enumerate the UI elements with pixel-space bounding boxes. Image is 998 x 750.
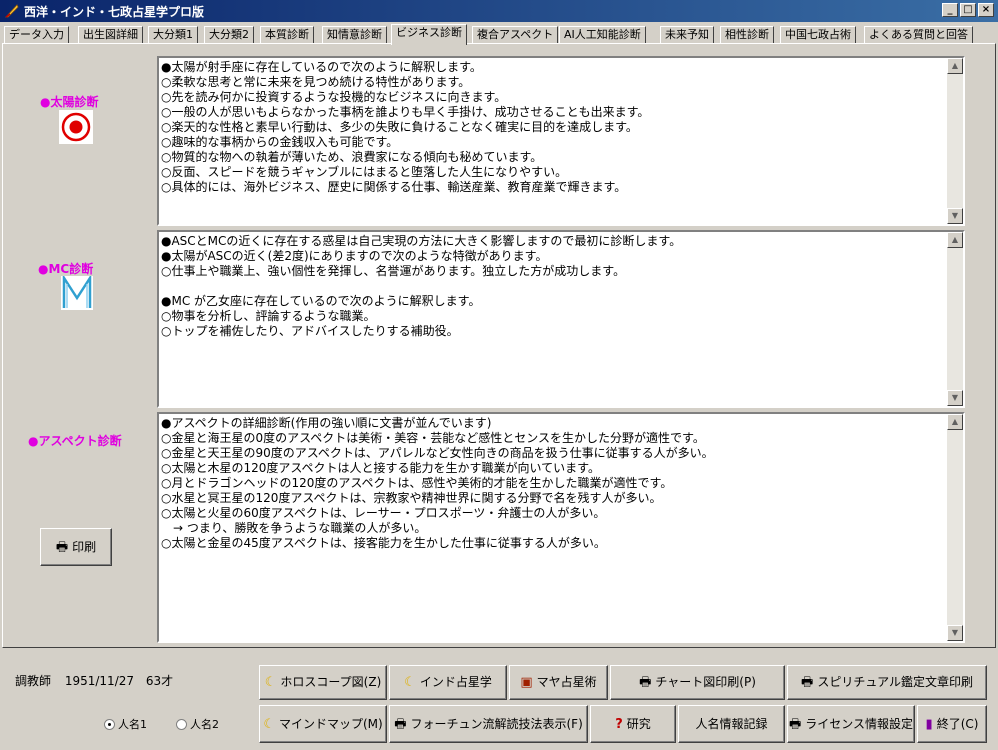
maximize-button[interactable]: □ [960,3,976,17]
radio-name2[interactable]: 人名2 [176,716,219,732]
aspect-text-line: ○月とドラゴンヘッドの120度のアスペクトは、感性や美術的才能を生かした職業が適… [161,476,673,490]
aspect-text-line: ●アスペクトの詳細診断(作用の強い順に文書が並んでいます) [161,416,492,430]
status-birth: 1951/11/27 [64,674,135,688]
aspect-text-line: ○太陽と金星の45度アスペクトは、接客能力を生かした仕事に従事する人が多い。 [161,536,606,550]
sun-label: ●太陽診断 [40,95,99,109]
moon-icon: ☾ [263,717,275,732]
mc-text-line: ●MC が乙女座に存在しているので次のように解釈します。 [161,294,481,308]
mc-symbol-icon [61,276,93,310]
tab-business[interactable]: ビジネス診断 [391,24,467,45]
sun-text-line: ○物質的な物への執着が薄いため、浪費家になる傾向も秘めています。 [161,150,543,164]
license-settings-button[interactable]: 🖶 ライセンス情報設定 [787,705,915,743]
tab-ai[interactable]: AI人工知能診断 [559,26,646,44]
sun-text-line: ○柔軟な思考と常に未来を見つめ続ける特性があります。 [161,75,471,89]
tab-compound-aspect[interactable]: 複合アスペクト [472,26,559,44]
status-name: 調教師 [15,674,52,688]
tab-category-2[interactable]: 大分類2 [204,26,254,44]
print-button[interactable]: 🖶 印刷 [40,528,112,566]
mc-text-line: ●太陽がASCの近く(差2度)にありますので次のような特徴があります。 [161,249,548,263]
radio-name1[interactable]: 人名1 [104,716,147,732]
chart-print-button[interactable]: 🖶 チャート図印刷(P) [610,665,785,700]
mc-text-line [161,279,963,294]
aspect-text-line: ○金星と天王星の90度のアスペクトは、アパレルなど女性向きの商品を扱う仕事に従事… [161,446,714,460]
aspect-text[interactable]: ●アスペクトの詳細診断(作用の強い順に文書が並んでいます) ○金星と海王星の0度の… [157,412,965,643]
mindmap-button[interactable]: ☾ マインドマップ(M) [259,705,387,743]
sun-text-line: ○先を読み何かに投資するような投機的なビジネスに向きます。 [161,90,507,104]
minimize-button[interactable]: _ [942,3,958,17]
aspect-text-line: ○太陽と木星の120度アスペクトは人と接する能力を生かす職業が向いています。 [161,461,600,475]
mc-scrollbar[interactable]: ▲ ▼ [947,232,963,406]
scroll-down-icon[interactable]: ▼ [947,208,963,224]
exit-button[interactable]: ▮ 終了(C) [917,705,987,743]
horoscope-button[interactable]: ☾ ホロスコープ図(Z) [259,665,387,700]
tab-future[interactable]: 未来予知 [660,26,714,44]
tab-birth-detail[interactable]: 出生図詳細 [78,26,143,44]
scroll-up-icon[interactable]: ▲ [947,414,963,430]
printer-icon: 🖶 [394,717,407,732]
aspect-text-line: ○水星と冥王星の120度アスペクトは、宗教家や精神世界に関する分野で名を残す人が… [161,491,662,505]
fortune-method-button[interactable]: 🖶 フォーチュン流解読技法表示(F) [389,705,588,743]
printer-icon: 🖶 [639,675,652,690]
mc-text-line: ○トップを補佐したり、アドバイスしたりする補助役。 [161,324,459,338]
question-icon: ? [615,717,623,732]
sun-text[interactable]: ●太陽が射手座に存在しているので次のように解釈します。 ○柔軟な思考と常に未来を見… [157,56,965,226]
printer-icon: 🖶 [801,675,814,690]
tab-chinese[interactable]: 中国七政占術 [780,26,856,44]
tab-intellect[interactable]: 知情意診断 [322,26,387,44]
sun-text-line: ○具体的には、海外ビジネス、歴史に関係する仕事、輸送産業、教育産業で輝きます。 [161,180,627,194]
title-bar: 西洋・インド・七政占星学プロ版 _ □ × [0,0,998,22]
sun-text-line: ○反面、スピードを競うギャンブルにはまると堕落した人生になりやすい。 [161,165,568,179]
moon-icon: ☾ [404,675,416,690]
spiritual-print-button[interactable]: 🖶 スピリチュアル鑑定文章印刷 [787,665,987,700]
aspect-text-line: ○金星と海王星の0度のアスペクトは美術・美容・芸能など感性とセンスを生かした分野… [161,431,705,445]
sun-text-line: ○楽天的な性格と素早い行動は、多少の失敗に負けることなく確実に目的を達成します。 [161,120,638,134]
sun-text-line: ○一般の人が思いもよらなかった事柄を誰よりも早く手掛け、成功させることも出来ます… [161,105,650,119]
printer-icon: 🖶 [55,540,69,555]
maya-icon: ▣ [520,675,533,690]
tab-category-1[interactable]: 大分類1 [148,26,198,44]
mc-text-line: ●ASCとMCの近くに存在する惑星は自己実現の方法に大きく影響しますので最初に診… [161,234,682,248]
status-line: 調教師 1951/11/27 63才 [15,672,173,689]
close-button[interactable]: × [978,3,994,17]
tab-faq[interactable]: よくある質問と回答 [864,26,973,44]
radio-dot [104,719,115,730]
printer-icon: 🖶 [788,717,802,732]
status-age: 63才 [145,674,174,688]
app-feather-icon [5,4,19,18]
sun-text-line: ●太陽が射手座に存在しているので次のように解釈します。 [161,60,482,74]
scroll-up-icon[interactable]: ▲ [947,58,963,74]
aspect-text-line: → つまり、勝敗を争うような職業の人が多い。 [161,521,427,535]
maya-astrology-button[interactable]: ▣ マヤ占星術 [509,665,608,700]
sun-symbol-icon [59,110,93,144]
mc-text-line: ○仕事上や職業上、強い個性を発揮し、名誉運があります。独立した方が成功します。 [161,264,626,278]
sun-text-line: ○趣味的な事柄からの金銭収入も可能です。 [161,135,399,149]
scroll-down-icon[interactable]: ▼ [947,390,963,406]
indian-astrology-button[interactable]: ☾ インド占星学 [389,665,507,700]
window-title: 西洋・インド・七政占星学プロ版 [24,5,205,19]
tab-essence[interactable]: 本質診断 [260,26,314,44]
name-record-button[interactable]: 人名情報記録 [678,705,785,743]
tab-data-input[interactable]: データ入力 [4,26,69,44]
radio-dot [176,719,187,730]
aspect-text-line: ○太陽と火星の60度アスペクトは、レーサー・プロスポーツ・弁護士の人が多い。 [161,506,606,520]
aspect-label: ●アスペクト診断 [28,434,122,448]
mc-text[interactable]: ●ASCとMCの近くに存在する惑星は自己実現の方法に大きく影響しますので最初に診… [157,230,965,408]
tab-compatibility[interactable]: 相性診断 [720,26,774,44]
mc-label: ●MC診断 [38,262,94,276]
mc-text-line: ○物事を分析し、評論するような職業。 [161,309,376,323]
sun-scrollbar[interactable]: ▲ ▼ [947,58,963,224]
aspect-scrollbar[interactable]: ▲ ▼ [947,414,963,641]
research-button[interactable]: ? 研究 [590,705,676,743]
scroll-down-icon[interactable]: ▼ [947,625,963,641]
scroll-up-icon[interactable]: ▲ [947,232,963,248]
tab-strip: データ入力 出生図詳細 大分類1 大分類2 本質診断 知情意診断 ビジネス診断 … [2,24,996,45]
door-icon: ▮ [925,717,933,732]
moon-icon: ☾ [264,675,277,690]
